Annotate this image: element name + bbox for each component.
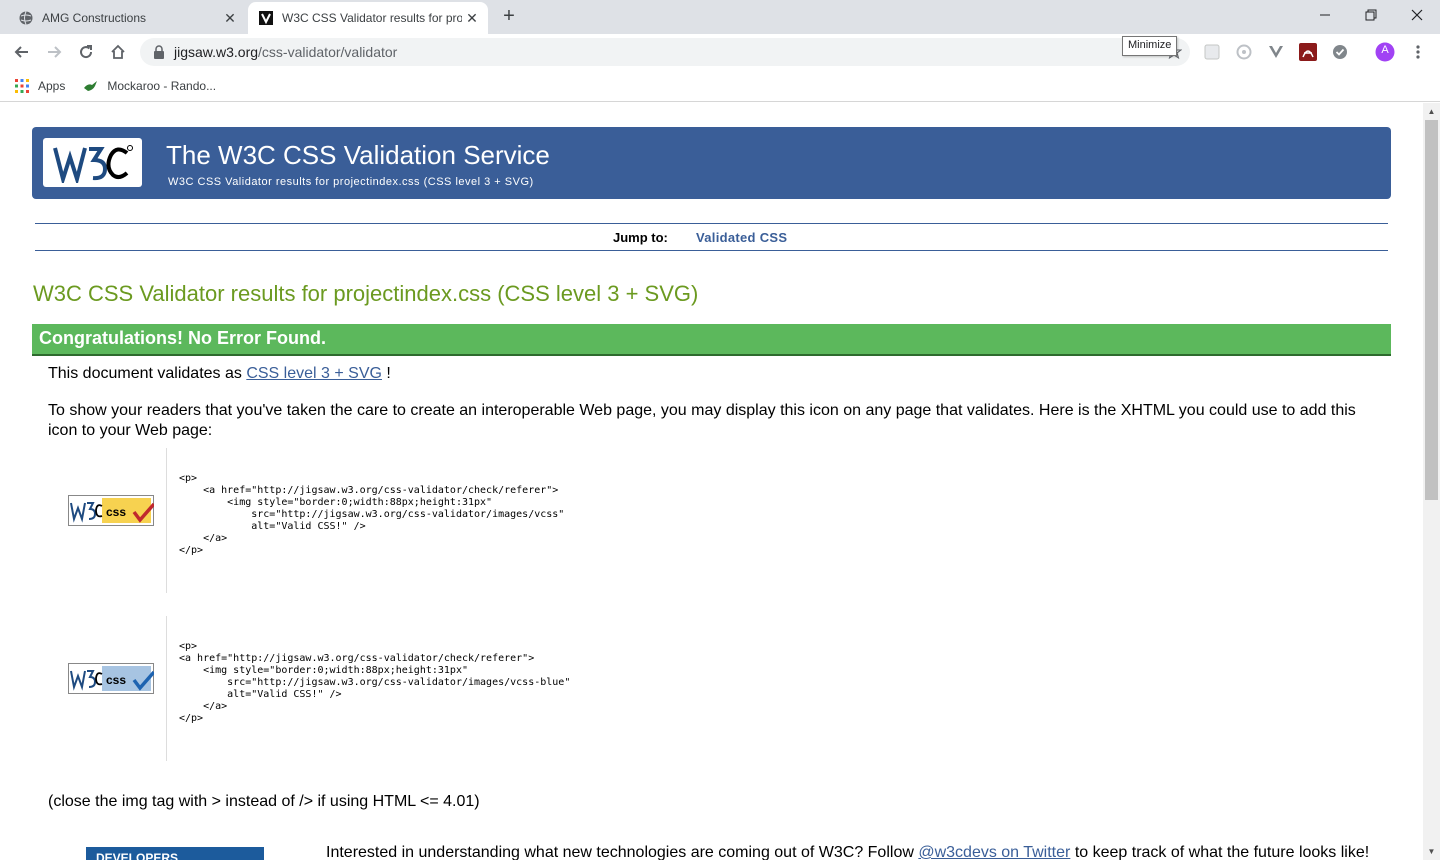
page-viewport: The W3C CSS Validation Service W3C CSS V…	[0, 103, 1423, 860]
close-tab-icon[interactable]: ✕	[222, 10, 238, 26]
restore-button[interactable]	[1348, 0, 1394, 30]
validates-sentence: This document validates as CSS level 3 +…	[48, 365, 391, 382]
home-icon[interactable]	[104, 38, 132, 66]
interested-sentence: Interested in understanding what new tec…	[326, 844, 1370, 860]
congratulations-banner: Congratulations! No Error Found.	[32, 324, 1391, 356]
profile-avatar[interactable]: A	[1375, 42, 1395, 62]
kebab-menu-icon[interactable]	[1408, 42, 1428, 62]
extension-grid-icon[interactable]	[1202, 42, 1222, 62]
results-heading: W3C CSS Validator results for projectind…	[33, 281, 699, 306]
close-tab-icon[interactable]: ✕	[464, 10, 480, 26]
w3cdevs-twitter-link[interactable]: @w3cdevs on Twitter	[918, 844, 1070, 860]
url-text: jigsaw.w3.org/css-validator/validator	[174, 44, 398, 60]
tab-amg-constructions[interactable]: AMG Constructions ✕	[8, 2, 246, 34]
banner-title: The W3C CSS Validation Service	[166, 140, 550, 170]
css-level-link[interactable]: CSS level 3 + SVG	[246, 365, 382, 382]
check-extension-icon[interactable]	[1330, 42, 1350, 62]
address-bar[interactable]: jigsaw.w3.org/css-validator/validator	[140, 38, 1190, 66]
scrollbar-thumb[interactable]	[1425, 120, 1438, 500]
extension-vue-icon[interactable]	[1266, 42, 1286, 62]
new-tab-button[interactable]: +	[498, 6, 520, 28]
scroll-up-arrow-icon[interactable]: ▲	[1423, 103, 1440, 120]
jump-label: Jump to:	[613, 230, 668, 245]
reload-icon[interactable]	[72, 38, 100, 66]
w3c-favicon-icon	[258, 10, 274, 26]
tab-strip: AMG Constructions ✕ W3C CSS Validator re…	[0, 0, 1440, 34]
tab-title: AMG Constructions	[42, 11, 147, 25]
back-arrow-icon[interactable]	[8, 38, 36, 66]
readers-paragraph: To show your readers that you've taken t…	[48, 402, 1356, 439]
bookmarks-bar: Apps Mockaroo - Rando...	[0, 70, 1440, 102]
profile-initial: A	[1381, 44, 1389, 56]
extension-circle-icon[interactable]	[1234, 42, 1254, 62]
bookmark-mockaroo[interactable]: Mockaroo - Rando...	[83, 78, 216, 94]
badge-code-snippet-2: <p> <a href="http://jigsaw.w3.org/css-va…	[179, 641, 571, 724]
badge-code-snippet-1: <p> <a href="http://jigsaw.w3.org/css-va…	[179, 473, 565, 556]
svg-text:css: css	[106, 673, 126, 687]
jump-validated-css-link[interactable]: Validated CSS	[696, 230, 787, 245]
bookmark-label: Apps	[38, 78, 66, 93]
jump-to-bar: Jump to: Validated CSS	[35, 223, 1388, 251]
bookmark-apps[interactable]: Apps	[14, 78, 65, 94]
minimize-button[interactable]	[1302, 0, 1348, 30]
browser-toolbar: jigsaw.w3.org/css-validator/validator A	[0, 34, 1440, 70]
w3c-header-banner: The W3C CSS Validation Service W3C CSS V…	[32, 127, 1391, 199]
kangaroo-icon	[83, 78, 99, 94]
forward-arrow-icon[interactable]	[40, 38, 68, 66]
close-img-note: (close the img tag with > instead of /> …	[48, 793, 480, 810]
valid-css-badge-gold[interactable]: css	[68, 495, 156, 526]
lock-icon[interactable]	[152, 45, 166, 59]
svg-text:css: css	[106, 505, 126, 519]
tab-title: W3C CSS Validator results for pro	[282, 11, 462, 25]
globe-icon	[18, 10, 34, 26]
developers-banner[interactable]: DEVELOPERS	[86, 847, 264, 860]
tab-w3c-validator[interactable]: W3C CSS Validator results for pro ✕	[248, 2, 488, 34]
bookmark-label: Mockaroo - Rando...	[107, 78, 217, 93]
banner-subtitle: W3C CSS Validator results for projectind…	[168, 176, 534, 188]
w3c-logo[interactable]	[43, 138, 142, 187]
valid-css-badge-blue[interactable]: css	[68, 663, 156, 694]
close-window-button[interactable]	[1394, 0, 1440, 30]
apps-grid-icon	[14, 78, 30, 94]
scroll-down-arrow-icon[interactable]: ▼	[1423, 843, 1440, 860]
page-scrollbar[interactable]: ▲ ▼	[1423, 103, 1440, 860]
acrobat-extension-icon[interactable]	[1298, 42, 1318, 62]
minimize-tooltip: Minimize	[1122, 36, 1178, 56]
